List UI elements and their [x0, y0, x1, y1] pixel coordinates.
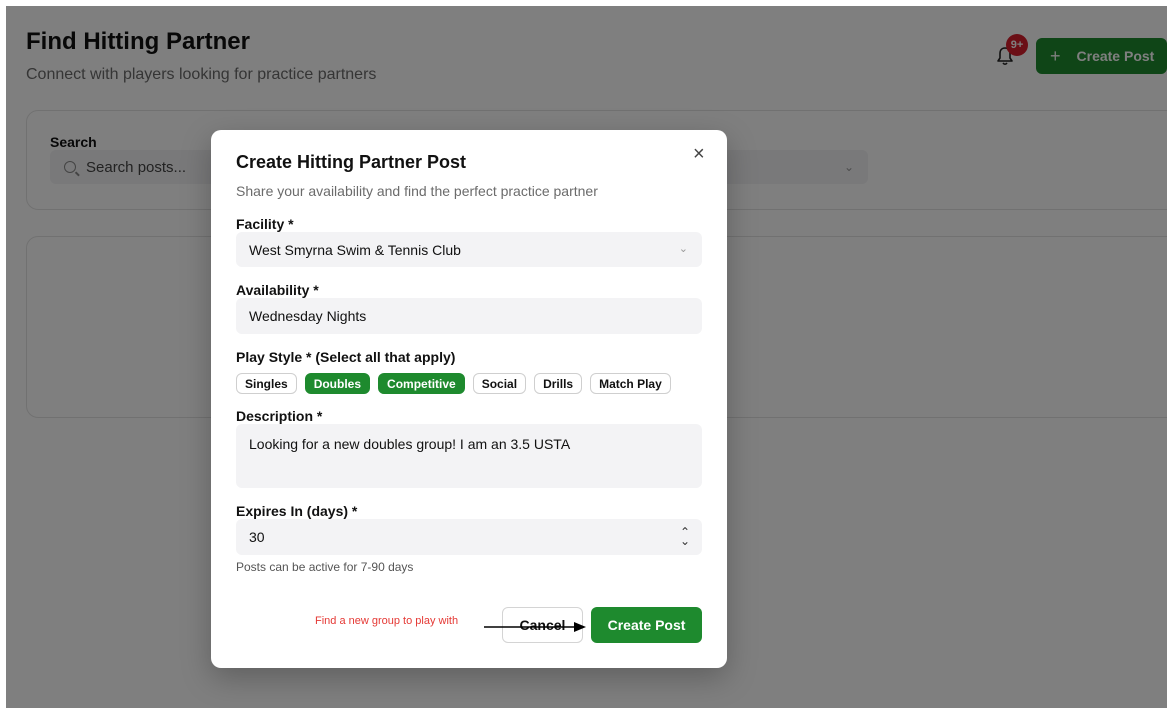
availability-input[interactable]: Wednesday Nights — [236, 298, 702, 334]
description-label: Description * — [236, 408, 323, 424]
close-icon[interactable]: × — [693, 144, 705, 164]
description-textarea[interactable]: Looking for a new doubles group! I am an… — [236, 424, 702, 488]
stepper-icon[interactable]: ⌃ ⌄ — [680, 526, 690, 547]
availability-value: Wednesday Nights — [249, 308, 367, 324]
screenshot-border-top — [0, 0, 1167, 6]
create-post-dialog — [211, 130, 727, 668]
facility-value: West Smyrna Swim & Tennis Club — [249, 241, 461, 258]
chip-drills[interactable]: Drills — [534, 373, 583, 394]
play-style-label: Play Style * (Select all that apply) — [236, 349, 456, 365]
dialog-title: Create Hitting Partner Post — [236, 152, 467, 172]
chip-competitive[interactable]: Competitive — [378, 373, 465, 394]
facility-select[interactable]: West Smyrna Swim & Tennis Club ⌄ — [236, 232, 702, 267]
expires-input[interactable]: 30 ⌃ ⌄ — [236, 519, 702, 555]
chip-singles[interactable]: Singles — [236, 373, 297, 394]
expires-value: 30 — [249, 529, 265, 545]
chevron-down-icon: ⌄ — [678, 243, 688, 255]
annotation-text: Find a new group to play with — [315, 615, 459, 627]
facility-label: Facility * — [236, 216, 294, 232]
play-style-chips: Singles Doubles Competitive Social Drill… — [236, 373, 671, 394]
expires-label: Expires In (days) * — [236, 503, 358, 519]
chip-match-play[interactable]: Match Play — [590, 373, 671, 394]
create-post-button[interactable]: Create Post — [591, 607, 702, 643]
screenshot-border-left — [0, 0, 6, 708]
dialog-subtitle: Share your availability and find the per… — [236, 183, 598, 199]
chip-doubles[interactable]: Doubles — [304, 373, 371, 394]
arrow-icon — [484, 622, 586, 632]
description-value: Looking for a new doubles group! I am an… — [249, 436, 571, 452]
chip-social[interactable]: Social — [472, 373, 527, 394]
expires-hint: Posts can be active for 7-90 days — [236, 560, 414, 574]
availability-label: Availability * — [236, 282, 319, 298]
